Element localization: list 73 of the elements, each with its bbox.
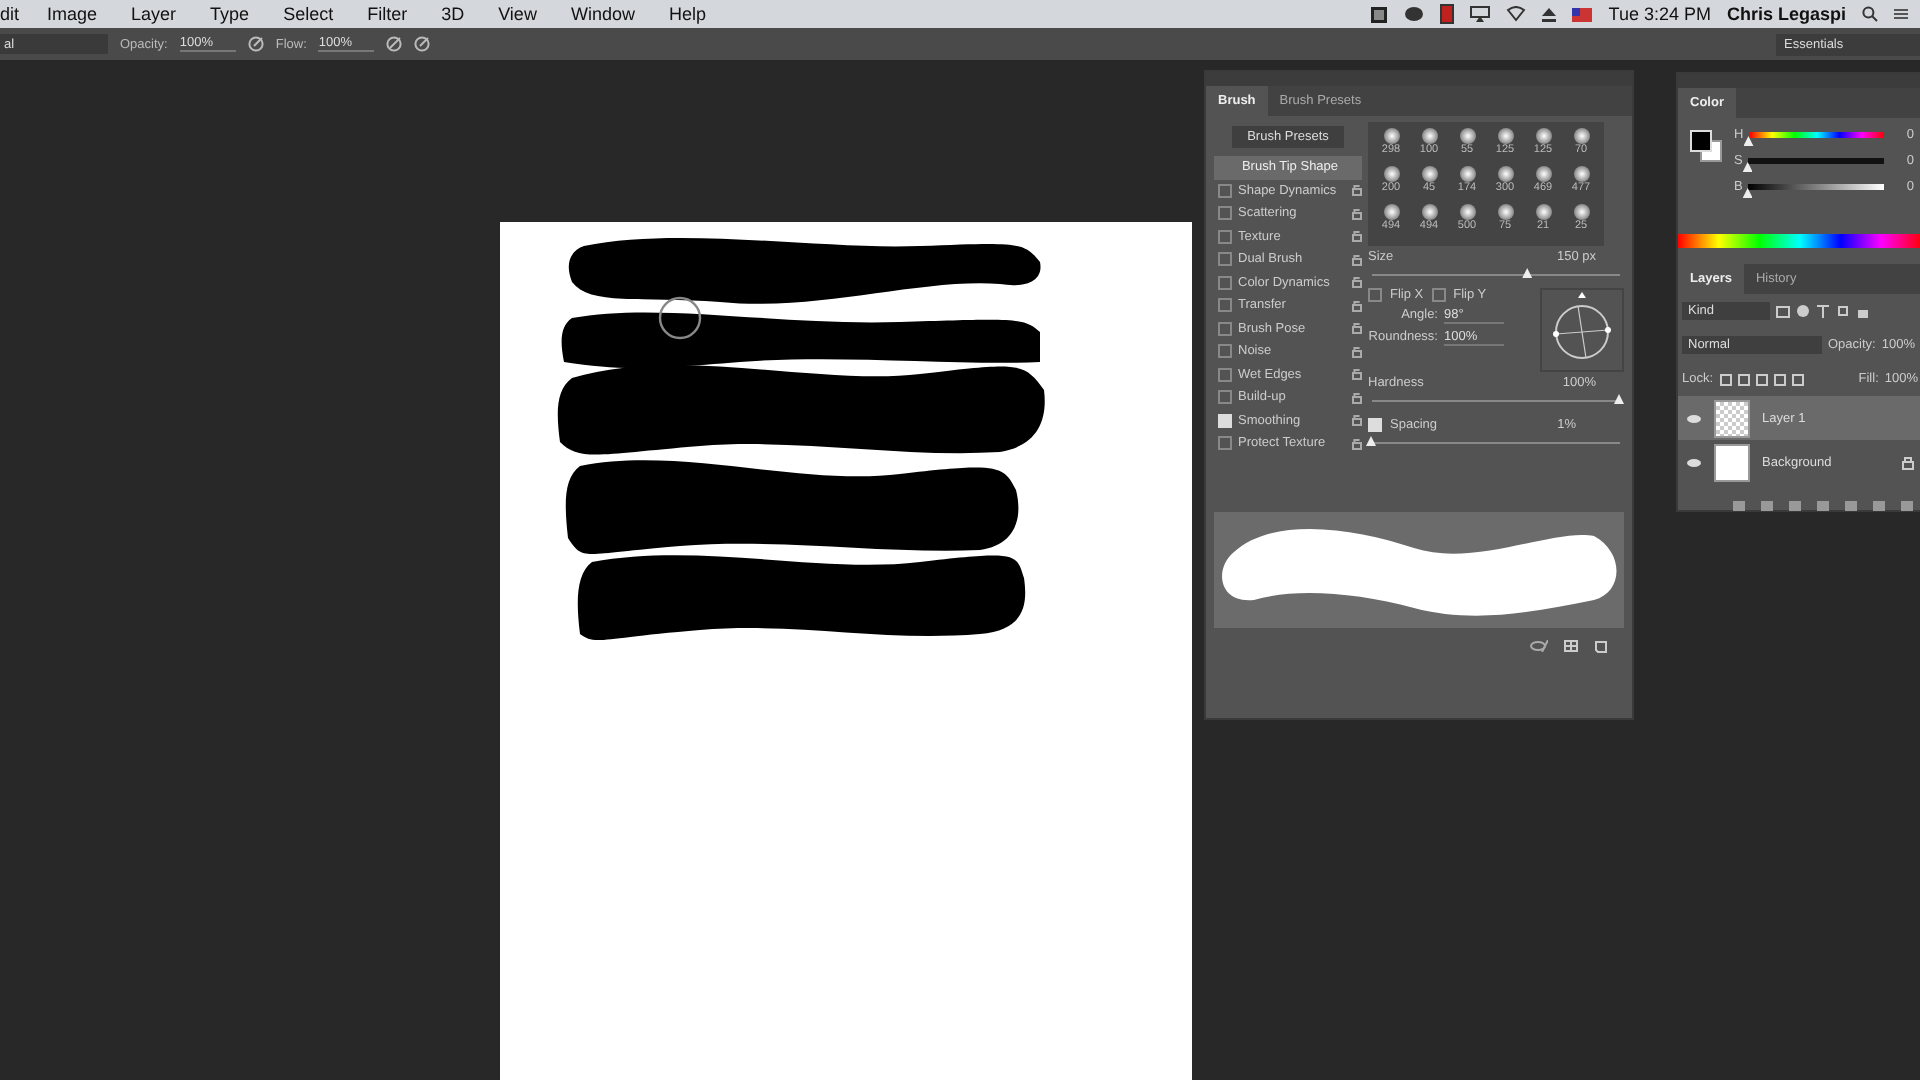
- airbrush-icon[interactable]: [386, 36, 403, 52]
- slider-thumb[interactable]: [1742, 188, 1753, 198]
- brush-tip-icon[interactable]: [1459, 166, 1475, 182]
- wifi-icon[interactable]: [1506, 6, 1527, 22]
- brush-tip-icon[interactable]: [1421, 204, 1437, 220]
- user-name[interactable]: Chris Legaspi: [1726, 4, 1846, 24]
- checkbox[interactable]: [1218, 344, 1232, 359]
- pressure-pen-icon[interactable]: [247, 36, 264, 52]
- checkbox[interactable]: [1218, 183, 1232, 198]
- menu-item[interactable]: Select: [283, 4, 334, 24]
- text-icon[interactable]: [1816, 304, 1830, 318]
- new-brush-icon[interactable]: [1594, 640, 1608, 654]
- eject-icon[interactable]: [1542, 7, 1557, 21]
- checkbox[interactable]: [1218, 229, 1232, 244]
- brush-tip-icon[interactable]: [1421, 166, 1437, 182]
- checkbox[interactable]: [1218, 367, 1232, 382]
- checkbox[interactable]: [1218, 275, 1232, 290]
- brush-tip-icon[interactable]: [1459, 128, 1475, 144]
- checkbox[interactable]: [1368, 288, 1382, 302]
- brush-tip-icon[interactable]: [1459, 204, 1475, 220]
- menu-item[interactable]: Layer: [131, 4, 177, 24]
- checkbox[interactable]: [1431, 288, 1446, 302]
- color-spectrum[interactable]: [1678, 234, 1920, 248]
- checkbox[interactable]: [1218, 436, 1232, 451]
- brush-tip-icon[interactable]: [1497, 128, 1513, 144]
- app-tray-icon[interactable]: [1370, 5, 1389, 23]
- brush-tip-icon[interactable]: [1383, 204, 1399, 220]
- slider-thumb[interactable]: [1743, 136, 1754, 146]
- color-swatches-icon[interactable]: [1686, 126, 1726, 166]
- layer-thumbnail: [1714, 399, 1750, 437]
- brush-tip-icon[interactable]: [1497, 204, 1513, 220]
- pressure-size-icon[interactable]: [414, 36, 431, 52]
- brush-tip-icon[interactable]: [1421, 128, 1437, 144]
- brush-tip-icon[interactable]: [1573, 204, 1589, 220]
- menu-item[interactable]: View: [498, 4, 537, 24]
- brush-tip-icon[interactable]: [1383, 128, 1399, 144]
- slider-thumb[interactable]: [1614, 394, 1624, 404]
- cloud-icon[interactable]: [1404, 6, 1425, 22]
- slider-thumb[interactable]: [1742, 162, 1753, 172]
- menu-item[interactable]: Type: [210, 4, 250, 24]
- brush-tip-icon[interactable]: [1573, 128, 1589, 144]
- brush-tip-icon[interactable]: [1497, 166, 1513, 182]
- checkbox[interactable]: [1218, 390, 1232, 405]
- eye-toggle-icon[interactable]: [1530, 640, 1548, 652]
- checkbox[interactable]: [1218, 321, 1232, 336]
- flag-icon[interactable]: [1572, 7, 1593, 21]
- layer-thumbnail: [1714, 443, 1750, 481]
- menu-item[interactable]: Image: [47, 4, 98, 24]
- menu-item[interactable]: 3D: [441, 4, 465, 24]
- slider-thumb[interactable]: [1366, 436, 1376, 446]
- brush-tip-icon[interactable]: [1383, 166, 1399, 182]
- checkbox[interactable]: [1218, 252, 1232, 267]
- menu-item[interactable]: Filter: [367, 4, 408, 24]
- menu-item[interactable]: Help: [668, 4, 706, 24]
- checkbox[interactable]: [1218, 298, 1232, 313]
- slider-thumb[interactable]: [1522, 268, 1533, 278]
- eye-icon[interactable]: [1686, 457, 1702, 467]
- airplay-icon[interactable]: [1470, 6, 1491, 22]
- search-icon[interactable]: [1862, 6, 1878, 22]
- image-icon[interactable]: [1776, 304, 1790, 318]
- eye-icon[interactable]: [1686, 413, 1702, 423]
- menu-item[interactable]: dit: [0, 4, 20, 24]
- brush-tip-icon[interactable]: [1535, 128, 1551, 144]
- brush-cursor-icon: [658, 296, 702, 340]
- brush-tip-icon[interactable]: [1535, 166, 1551, 182]
- menu-clock[interactable]: Tue 3:24 PM: [1608, 4, 1711, 24]
- brush-tip-icon[interactable]: [1573, 166, 1589, 182]
- brush-tip-icon[interactable]: [1535, 204, 1551, 220]
- grid-icon[interactable]: [1564, 640, 1578, 652]
- status-tray-icon[interactable]: [1440, 4, 1455, 24]
- menu-icon[interactable]: [1894, 8, 1908, 20]
- checkbox[interactable]: [1218, 206, 1232, 221]
- menu-item[interactable]: Window: [570, 4, 635, 24]
